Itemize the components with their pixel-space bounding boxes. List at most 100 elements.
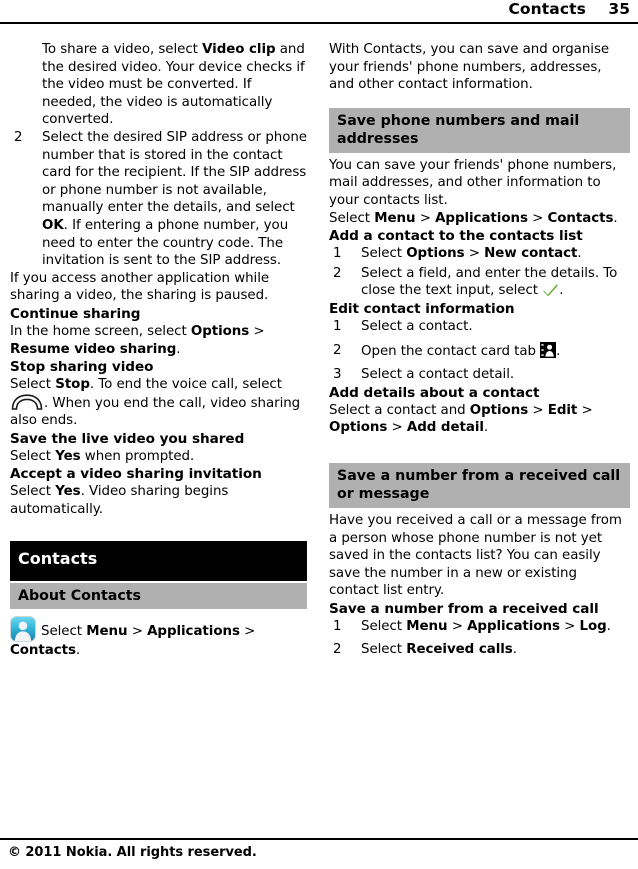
accept-text-1: Select — [10, 484, 56, 500]
heading-stop-sharing-video: Stop sharing video — [10, 359, 154, 376]
continue-text-2: > — [249, 323, 265, 339]
list-item-number: 2 — [14, 129, 23, 145]
edit-contact-steps: 1 Select a contact. 2 Open the contact car… — [329, 318, 630, 384]
selectmenu-text-4: . — [613, 210, 618, 226]
share-video-bold-video-clip: Video clip — [202, 42, 276, 57]
editstep3-text: Select a contact detail. — [361, 367, 515, 383]
savelive-bold-yes: Yes — [55, 448, 81, 464]
heading-edit-contact-information: Edit contact information — [329, 300, 515, 317]
savestep1-bold-menu: Menu — [406, 618, 448, 634]
list-item-number: 1 — [333, 246, 342, 262]
savestep2-text-1: Select — [361, 642, 407, 658]
stop-text-2: . To end the voice call, select — [89, 377, 282, 393]
heading-save-number-received-call: Save a number from a received call — [329, 600, 599, 617]
paragraph-stop-sharing: Select Stop. To end the voice call, sele… — [10, 376, 307, 430]
paragraph-you-can-save: You can save your friends' phone numbers… — [329, 157, 617, 208]
paragraph-accept-invitation: Select Yes. Video sharing begins automat… — [10, 483, 307, 518]
selectmenu-bold-applications: Applications — [435, 210, 528, 226]
adddetails-bold-add-detail: Add detail — [406, 420, 484, 436]
stop-text-1: Select — [10, 377, 56, 393]
list-item-number: 1 — [333, 618, 342, 634]
editstep1-text: Select a contact. — [361, 318, 473, 334]
heading-continue-sharing: Continue sharing — [10, 305, 141, 322]
addstep1-bold-options: Options — [406, 246, 465, 262]
list-item: 2 Select Received calls. — [329, 641, 630, 659]
adddetails-bold-options-1: Options — [469, 402, 529, 418]
savelive-text-2: when prompted. — [80, 448, 195, 464]
right-column: With Contacts, you can save and organise… — [319, 41, 638, 831]
share-video-steps: 2 Select the desired SIP address or phone… — [10, 129, 307, 270]
footer-copyright: © 2011 Nokia. All rights reserved. — [8, 845, 257, 860]
list-item: 1 Select Menu > Applications > Log. — [329, 618, 630, 636]
step2-text-1: Select the desired SIP address or phone … — [42, 129, 307, 216]
list-item: 3 Select a contact detail. — [329, 366, 630, 384]
savestep1-text-1: Select — [361, 618, 407, 634]
selectmenu-text-1: Select — [329, 210, 375, 226]
paragraph-select-menu-path: Select Menu > Applications > Contacts. — [329, 210, 630, 228]
paragraph-save-live-video: Select Yes when prompted. — [10, 448, 307, 466]
about-text-3: > — [239, 624, 256, 640]
list-item: 1 Select a contact. — [329, 318, 630, 336]
continue-bold-resume: Resume video sharing — [10, 341, 177, 357]
contact-card-tab-icon — [540, 341, 557, 358]
adddetails-text-4: > — [387, 420, 407, 436]
adddetails-text-5: . — [483, 420, 489, 436]
body-columns: To share a video, select Video clip and … — [0, 41, 638, 831]
paragraph-add-details: Select a contact and Options > Edit > Op… — [329, 402, 630, 437]
section-banner-about-contacts: About Contacts — [10, 582, 307, 610]
addstep1-bold-new-contact: New contact — [484, 246, 578, 262]
savestep1-text-3: > — [559, 618, 580, 634]
header-divider — [0, 22, 638, 24]
footer-divider — [0, 838, 638, 840]
chapter-banner-contacts: Contacts — [10, 540, 307, 581]
savestep1-bold-applications: Applications — [467, 618, 560, 634]
step2-text-2: . If entering a phone number, you need t… — [42, 217, 289, 269]
paragraph-sharing-paused: If you access another application while … — [10, 270, 270, 304]
selectmenu-bold-menu: Menu — [374, 210, 416, 226]
paragraph-about-contacts: Select Menu > Applications > Contacts. — [10, 616, 307, 660]
running-header: Contacts 35 — [0, 0, 638, 30]
list-item-number: 1 — [333, 318, 342, 334]
selectmenu-text-2: > — [415, 210, 436, 226]
running-header-title: Contacts — [508, 0, 586, 18]
adddetails-text-3: > — [577, 402, 593, 418]
paragraph-with-contacts: With Contacts, you can save and organise… — [329, 42, 610, 93]
stop-text-3: . When you end the call, video sharing a… — [10, 395, 301, 429]
savestep1-bold-log: Log — [579, 618, 607, 634]
list-item-number: 2 — [333, 342, 342, 358]
paragraph-have-you-received: Have you received a call or a message fr… — [329, 512, 622, 599]
adddetails-text-2: > — [528, 402, 548, 418]
heading-accept-invitation: Accept a video sharing invitation — [10, 466, 262, 483]
contacts-app-icon — [10, 616, 36, 643]
list-item: 1 Select Options > New contact. — [329, 245, 630, 263]
list-item: 2 Select a field, and enter the details. … — [329, 265, 630, 300]
savelive-text-1: Select — [10, 448, 56, 464]
about-bold-menu: Menu — [86, 624, 128, 640]
about-text-2: > — [127, 624, 148, 640]
heading-save-live-video: Save the live video you shared — [10, 430, 245, 447]
savestep2-text-2: . — [512, 642, 517, 658]
green-check-icon — [542, 282, 559, 297]
stop-bold-stop: Stop — [55, 377, 90, 393]
selectmenu-bold-contacts: Contacts — [547, 210, 614, 226]
savestep1-text-2: > — [447, 618, 468, 634]
step2-bold-ok: OK — [42, 217, 64, 233]
about-text-4: . — [75, 643, 81, 659]
editstep2-text-2: . — [556, 343, 561, 359]
end-call-handset-icon — [10, 394, 44, 410]
accept-bold-yes: Yes — [55, 484, 81, 500]
add-contact-steps: 1 Select Options > New contact. 2 Select a… — [329, 245, 630, 300]
list-item-number: 2 — [333, 265, 342, 281]
selectmenu-text-3: > — [527, 210, 548, 226]
heading-add-contact: Add a contact to the contacts list — [329, 228, 583, 245]
list-item-number: 2 — [333, 642, 342, 658]
list-item: 2 Select the desired SIP address or phone… — [10, 129, 307, 270]
heading-add-details-about-contact: Add details about a contact — [329, 384, 540, 401]
savestep2-bold-received-calls: Received calls — [406, 642, 513, 658]
save-received-call-steps: 1 Select Menu > Applications > Log. 2 Sele… — [329, 618, 630, 659]
share-video-text-1: To share a video, select — [42, 42, 203, 57]
list-item-number: 3 — [333, 367, 342, 383]
about-bold-applications: Applications — [147, 624, 240, 640]
page-number: 35 — [608, 0, 630, 18]
document-page: Contacts 35 To share a video, select Vid… — [0, 0, 638, 869]
